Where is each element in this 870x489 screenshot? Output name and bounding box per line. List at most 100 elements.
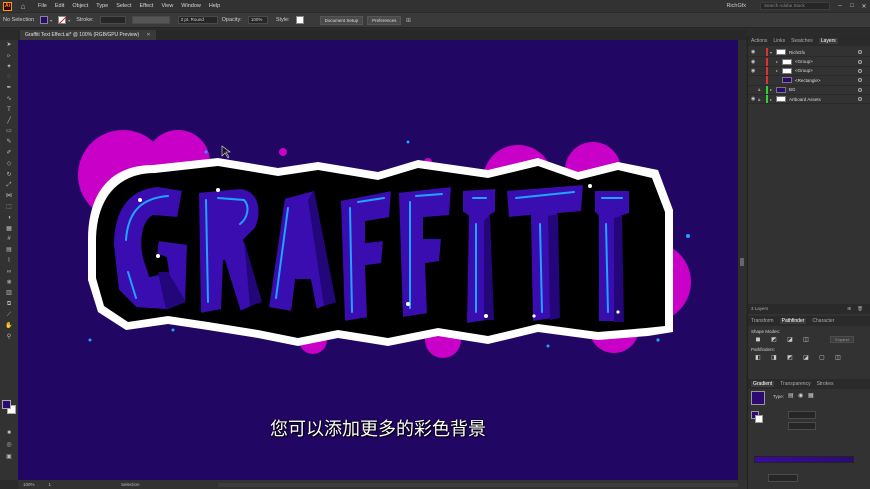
layer-row[interactable]: ◉ ▸ <Group> bbox=[748, 57, 870, 67]
tab-transform[interactable]: Transform bbox=[751, 318, 774, 324]
gradient-tool-icon[interactable]: ▤ bbox=[0, 245, 18, 256]
layer-row[interactable]: ◉ ▸ <Group> bbox=[748, 66, 870, 77]
gradient-aspect-field[interactable] bbox=[788, 422, 816, 430]
artboard-number[interactable]: 1 bbox=[49, 482, 52, 487]
scroll-thumb[interactable] bbox=[740, 258, 744, 266]
variable-width-profile[interactable] bbox=[131, 16, 170, 24]
merge-icon[interactable]: ◩ bbox=[784, 354, 796, 362]
gradient-opacity-field[interactable] bbox=[768, 474, 798, 482]
lock-icon[interactable]: 🔒︎ bbox=[758, 97, 766, 102]
document-setup-button[interactable]: Document Setup bbox=[319, 15, 364, 25]
graphic-style-swatch[interactable] bbox=[295, 16, 304, 24]
target-circle-icon[interactable] bbox=[858, 78, 862, 83]
gradient-angle-field[interactable] bbox=[788, 411, 816, 419]
brush-definition[interactable]: 3 pt. Round bbox=[177, 16, 218, 24]
line-tool-icon[interactable]: ╱ bbox=[0, 116, 18, 127]
linear-gradient-icon[interactable]: ▤ bbox=[788, 392, 794, 399]
tab-gradient[interactable]: Gradient bbox=[751, 381, 775, 387]
eye-icon[interactable]: ◉ bbox=[751, 59, 758, 65]
eye-icon[interactable]: ◉ bbox=[751, 68, 758, 74]
trim-icon[interactable]: ◨ bbox=[768, 354, 780, 362]
target-circle-icon[interactable] bbox=[858, 87, 862, 92]
perspective-grid-tool-icon[interactable]: ▦ bbox=[0, 224, 18, 235]
freeform-gradient-icon[interactable]: ▦ bbox=[808, 392, 814, 399]
layer-row[interactable]: ◉ 🔒︎ ▸ Artboard Assets bbox=[748, 95, 870, 105]
maximize-icon[interactable]: □ bbox=[846, 3, 858, 9]
eyedropper-tool-icon[interactable]: ⌇ bbox=[0, 256, 18, 267]
zoom-tool-icon[interactable]: ⚲ bbox=[0, 332, 18, 343]
horizontal-scrollbar[interactable] bbox=[218, 483, 738, 487]
paintbrush-tool-icon[interactable]: ✎ bbox=[0, 137, 18, 148]
fill-swatch[interactable] bbox=[40, 16, 49, 24]
column-graph-tool-icon[interactable]: ▥ bbox=[0, 288, 18, 299]
menu-type[interactable]: Type bbox=[96, 3, 108, 9]
rotate-tool-icon[interactable]: ↻ bbox=[0, 170, 18, 181]
color-mode-icon[interactable]: ■ bbox=[0, 428, 18, 439]
screen-mode-icon[interactable]: ▣ bbox=[0, 452, 18, 463]
chevron-down-icon[interactable]: ▾ bbox=[66, 18, 72, 23]
target-circle-icon[interactable] bbox=[858, 50, 862, 55]
close-icon[interactable]: ✕ bbox=[858, 3, 870, 10]
chevron-down-icon[interactable]: ▾ bbox=[48, 18, 54, 23]
artboard-tool-icon[interactable]: ⧉ bbox=[0, 299, 18, 310]
selection-tool-icon[interactable]: ➤ bbox=[0, 40, 18, 51]
stroke-swatch-small[interactable] bbox=[755, 415, 763, 423]
width-tool-icon[interactable]: ⋈ bbox=[0, 191, 18, 202]
gradient-preview-swatch[interactable] bbox=[751, 391, 765, 405]
tab-actions[interactable]: Actions bbox=[751, 38, 767, 44]
document-tab[interactable]: Graffiti Text Effect.ai* @ 100% (RGB/GPU… bbox=[20, 30, 156, 40]
stock-search-input[interactable]: Search Adobe Stock bbox=[760, 2, 830, 10]
slice-tool-icon[interactable]: ⟋ bbox=[0, 310, 18, 321]
preferences-button[interactable]: Preferences bbox=[367, 15, 402, 25]
target-circle-icon[interactable] bbox=[858, 97, 862, 102]
target-circle-icon[interactable] bbox=[858, 59, 862, 64]
menu-effect[interactable]: Effect bbox=[140, 3, 154, 9]
layer-row[interactable]: <Rectangle> bbox=[748, 76, 870, 86]
blend-tool-icon[interactable]: ∞ bbox=[0, 267, 18, 278]
tab-transparency[interactable]: Transparency bbox=[780, 381, 810, 387]
menu-object[interactable]: Object bbox=[72, 3, 88, 9]
free-transform-tool-icon[interactable]: ⬚ bbox=[0, 202, 18, 213]
tab-strokes[interactable]: Strokes bbox=[817, 381, 834, 387]
fill-stroke-indicator[interactable] bbox=[2, 400, 16, 414]
tab-links[interactable]: Links bbox=[773, 38, 785, 44]
tab-pathfinder[interactable]: Pathfinder bbox=[779, 318, 807, 324]
vertical-scrollbar[interactable] bbox=[738, 40, 746, 480]
opacity-field[interactable]: 100% bbox=[247, 16, 268, 24]
pen-tool-icon[interactable]: ✒ bbox=[0, 83, 18, 94]
home-icon[interactable]: ⌂ bbox=[18, 2, 28, 11]
trash-icon[interactable]: 🗑︎ bbox=[857, 304, 863, 314]
expand-button[interactable]: Expand bbox=[830, 336, 854, 343]
stroke-swatch[interactable] bbox=[58, 16, 67, 24]
layer-row[interactable]: ◉ ▾ RichGfx bbox=[748, 48, 870, 58]
rectangle-tool-icon[interactable]: ▭ bbox=[0, 126, 18, 137]
unite-icon[interactable]: ◼ bbox=[752, 336, 764, 344]
artboard-canvas[interactable]: 您可以添加更多的彩色背景 bbox=[18, 40, 738, 480]
stroke-weight-field[interactable] bbox=[99, 16, 126, 24]
tab-swatches[interactable]: Swatches bbox=[791, 38, 813, 44]
menu-select[interactable]: Select bbox=[116, 3, 131, 9]
outline-icon[interactable]: ▢ bbox=[816, 354, 828, 362]
fill-indicator[interactable] bbox=[2, 400, 11, 409]
hand-tool-icon[interactable]: ✋ bbox=[0, 321, 18, 332]
menu-help[interactable]: Help bbox=[209, 3, 220, 9]
minus-back-icon[interactable]: ◫ bbox=[832, 354, 844, 362]
menu-window[interactable]: Window bbox=[181, 3, 201, 9]
scale-tool-icon[interactable]: ⤢ bbox=[0, 180, 18, 191]
eye-icon[interactable]: ◉ bbox=[751, 96, 758, 102]
mesh-tool-icon[interactable]: # bbox=[0, 234, 18, 245]
tab-character[interactable]: Character bbox=[812, 318, 834, 324]
gradient-slider[interactable] bbox=[754, 456, 854, 463]
tab-layers[interactable]: Layers bbox=[818, 38, 838, 44]
menu-edit[interactable]: Edit bbox=[55, 3, 64, 9]
shaper-tool-icon[interactable]: ✐ bbox=[0, 148, 18, 159]
user-name[interactable]: RichGfx bbox=[726, 3, 746, 9]
eye-icon[interactable]: ◉ bbox=[751, 49, 758, 55]
curvature-tool-icon[interactable]: ∿ bbox=[0, 94, 18, 105]
symbol-sprayer-tool-icon[interactable]: ❋ bbox=[0, 278, 18, 289]
drawing-mode-icon[interactable]: ◎ bbox=[0, 440, 18, 451]
crop-icon[interactable]: ◪ bbox=[800, 354, 812, 362]
radial-gradient-icon[interactable]: ◉ bbox=[798, 392, 803, 399]
exclude-icon[interactable]: ◫ bbox=[800, 336, 812, 344]
magic-wand-tool-icon[interactable]: ✦ bbox=[0, 62, 18, 73]
